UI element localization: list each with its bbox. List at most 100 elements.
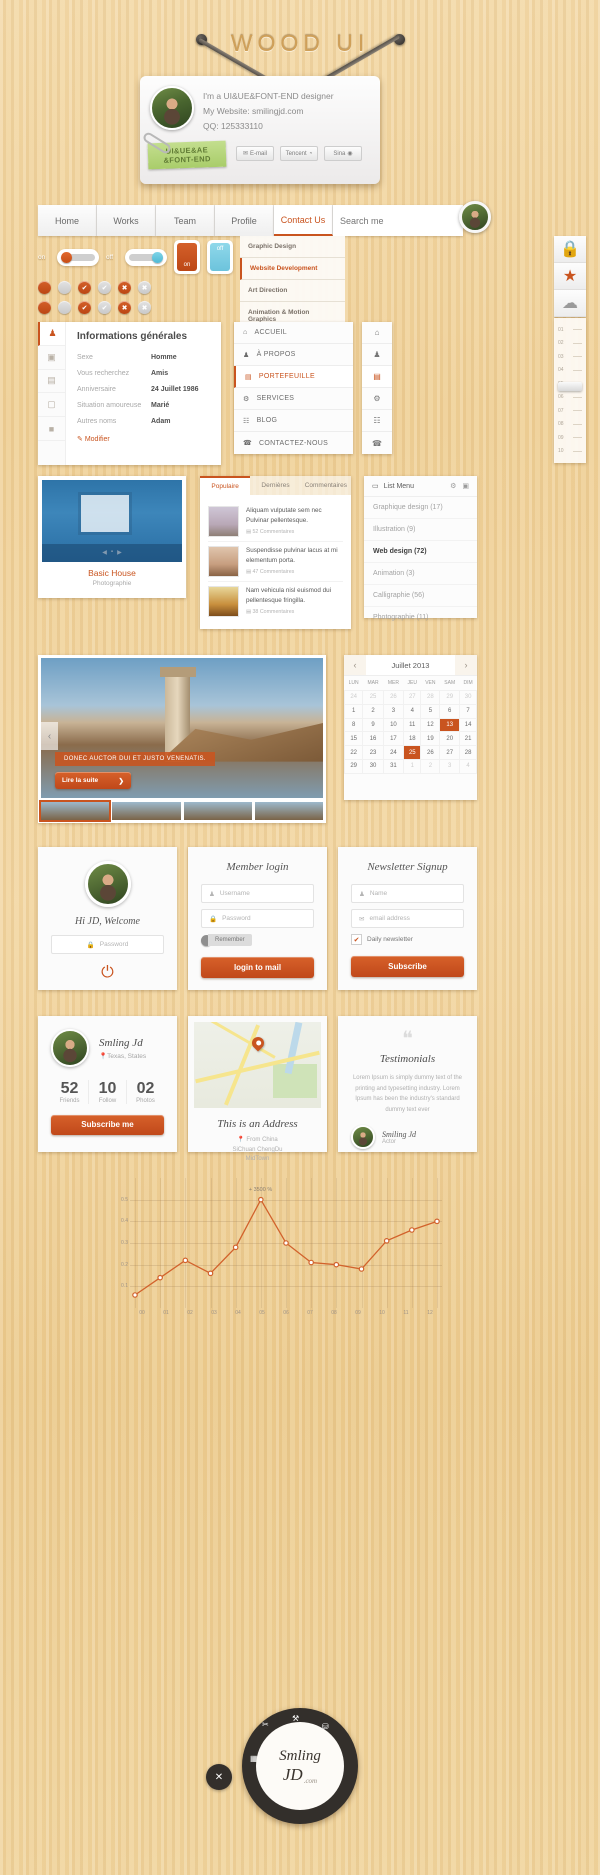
username-field[interactable]: ♟ Username <box>201 884 314 903</box>
tab-dernieres[interactable]: Dernières <box>250 476 301 495</box>
calendar-day-cell[interactable]: 13 <box>439 717 461 733</box>
password-field[interactable]: 🔒 Password <box>51 935 164 954</box>
calendar-day-cell[interactable]: 28 <box>459 745 477 760</box>
file-icon[interactable]: ▢ <box>38 393 65 418</box>
name-field[interactable]: ♟ Name <box>351 884 464 903</box>
calendar-day-cell[interactable]: 20 <box>439 731 461 747</box>
calendar-day-cell[interactable]: 21 <box>459 731 477 747</box>
cross-orange-icon[interactable]: ✖ <box>118 281 131 294</box>
calendar-day-cell[interactable]: 1 <box>343 703 364 719</box>
slider-handle[interactable] <box>558 382 582 391</box>
briefcase-icon-compact[interactable]: ▤ <box>362 366 392 388</box>
list-item[interactable]: Aliquam vulputate sem nec Pulvinar pelle… <box>208 502 343 542</box>
calendar-day-cell[interactable]: 29 <box>439 690 461 705</box>
cross-gray-icon[interactable]: ✖ <box>138 281 151 294</box>
edit-button[interactable]: ✎ Modifier <box>77 429 210 443</box>
search-box[interactable]: 🔍 <box>333 205 472 236</box>
calendar-day-cell[interactable]: 23 <box>362 745 384 760</box>
calendar-day-cell[interactable]: 29 <box>343 758 364 774</box>
hero-thumb[interactable] <box>38 800 112 822</box>
email-field[interactable]: ✉ email address <box>351 909 464 928</box>
email-button[interactable]: ✉ E-mail <box>236 146 274 161</box>
inbox-icon[interactable]: ■ <box>38 417 65 441</box>
calendar-next-button[interactable]: › <box>455 655 477 675</box>
square-toggle-on[interactable]: on <box>174 240 200 274</box>
calendar-day-cell[interactable]: 6 <box>439 703 461 719</box>
nav-item-profile[interactable]: Profile <box>215 205 274 236</box>
dot-filled-orange-icon[interactable] <box>38 281 51 294</box>
calendar-day-cell[interactable]: 26 <box>420 745 441 760</box>
tab-populaire[interactable]: Populaire <box>200 476 251 495</box>
dot-filled-gray-icon[interactable] <box>58 281 71 294</box>
check-orange-icon-2[interactable]: ✔ <box>78 301 91 314</box>
phone-icon-compact[interactable]: ☎ <box>362 432 392 454</box>
calendar-day-cell[interactable]: 22 <box>343 745 364 760</box>
list-item[interactable]: Nam vehicula nisl euismod dui pellentesq… <box>208 582 343 621</box>
list-menu-item-illustration[interactable]: Illustration (9) <box>364 519 477 541</box>
calendar-day-cell[interactable]: 2 <box>420 758 441 774</box>
hero-thumb[interactable] <box>183 802 252 820</box>
close-icon[interactable]: ✕ <box>206 1764 232 1790</box>
list-menu-item-photographie[interactable]: Photographie (11) <box>364 607 477 628</box>
calendar-day-cell[interactable]: 12 <box>420 717 441 733</box>
daily-newsletter-checkbox[interactable]: ✔ Daily newsletter <box>351 934 464 945</box>
save-icon[interactable]: ▤ <box>38 370 65 394</box>
calendar-day-cell[interactable]: 26 <box>382 690 405 705</box>
calendar-day-cell[interactable]: 18 <box>403 731 422 747</box>
scissors-icon[interactable]: ✂ <box>262 1720 269 1729</box>
calendar-day-cell[interactable]: 27 <box>403 690 422 705</box>
nav-avatar[interactable] <box>459 201 491 233</box>
calendar-day-cell[interactable]: 15 <box>343 731 364 747</box>
calendar-day-cell[interactable]: 24 <box>382 745 405 760</box>
calendar-day-cell[interactable]: 25 <box>403 745 422 760</box>
square-toggle-off[interactable]: off <box>207 240 233 274</box>
list-menu-item-graphique-design[interactable]: Graphique design (17) <box>364 497 477 519</box>
list-item[interactable]: Suspendisse pulvinar lacus at mi element… <box>208 542 343 582</box>
cross-orange-icon-2[interactable]: ✖ <box>118 301 131 314</box>
read-more-button[interactable]: Lire la suite ❯ <box>55 772 131 789</box>
sina-button[interactable]: Sina ◉ <box>324 146 362 161</box>
hero-prev-button[interactable]: ‹ <box>41 722 58 750</box>
house-dot-icon[interactable]: ▪ <box>111 549 113 556</box>
cloud-icon[interactable]: ☁ <box>554 290 586 317</box>
remember-toggle[interactable]: Remember <box>201 934 314 946</box>
sidebar-item-services[interactable]: ⚙ SERVICES <box>234 388 353 410</box>
dot-filled-gray-icon-2[interactable] <box>58 301 71 314</box>
map-image[interactable] <box>194 1022 321 1108</box>
sidebar-item-portefeuille[interactable]: ▤ PORTEFEUILLE <box>234 366 353 388</box>
cross-gray-icon-2[interactable]: ✖ <box>138 301 151 314</box>
house-next-icon[interactable]: ▶ <box>117 549 122 556</box>
checkbox-icon[interactable]: ✔ <box>351 934 362 945</box>
calendar-day-cell[interactable]: 7 <box>459 703 477 719</box>
star-icon[interactable]: ★ <box>554 263 586 290</box>
nav-item-team[interactable]: Team <box>156 205 215 236</box>
sidebar-item-contactez-nous[interactable]: ☎ CONTACTEZ-NOUS <box>234 432 353 454</box>
calendar-day-cell[interactable]: 2 <box>362 703 384 719</box>
grid-icon-compact[interactable]: ☷ <box>362 410 392 432</box>
list-menu-item-calligraphie[interactable]: Calligraphie (56) <box>364 585 477 607</box>
dot-filled-orange-icon-2[interactable] <box>38 301 51 314</box>
calendar-day-cell[interactable]: 30 <box>459 690 477 705</box>
calendar-day-cell[interactable]: 14 <box>459 717 477 733</box>
power-icon[interactable]: ⏻ <box>51 960 164 982</box>
users-icon-compact[interactable]: ♟ <box>362 344 392 366</box>
calendar-prev-button[interactable]: ‹ <box>344 655 366 675</box>
toggle-switch-off[interactable] <box>125 248 167 266</box>
subscribe-button[interactable]: Subscribe <box>351 956 464 977</box>
nav-item-home[interactable]: Home <box>38 205 97 236</box>
login-button[interactable]: login to mail <box>201 957 314 978</box>
sidebar-item-accueil[interactable]: ⌂ ACCUEIL <box>234 322 353 344</box>
nav-item-contact-us[interactable]: Contact Us <box>274 205 333 236</box>
calendar-day-cell[interactable]: 4 <box>403 703 422 719</box>
check-gray-icon[interactable]: ✔ <box>98 281 111 294</box>
calendar-day-cell[interactable]: 9 <box>362 717 384 733</box>
home-icon-compact[interactable]: ⌂ <box>362 322 392 344</box>
calendar-day-cell[interactable]: 8 <box>343 717 364 733</box>
vertical-slider[interactable]: 01 02 03 04 05 06 07 08 09 10 <box>554 318 586 463</box>
sidebar-item-a-propos[interactable]: ♟ À PROPOS <box>234 344 353 366</box>
calendar-day-cell[interactable]: 25 <box>362 690 384 705</box>
password-field[interactable]: 🔒 Password <box>201 909 314 928</box>
photo-icon[interactable]: ▣ <box>38 346 65 370</box>
calendar-day-cell[interactable]: 11 <box>403 717 422 733</box>
gear-icon-compact[interactable]: ⚙ <box>362 388 392 410</box>
